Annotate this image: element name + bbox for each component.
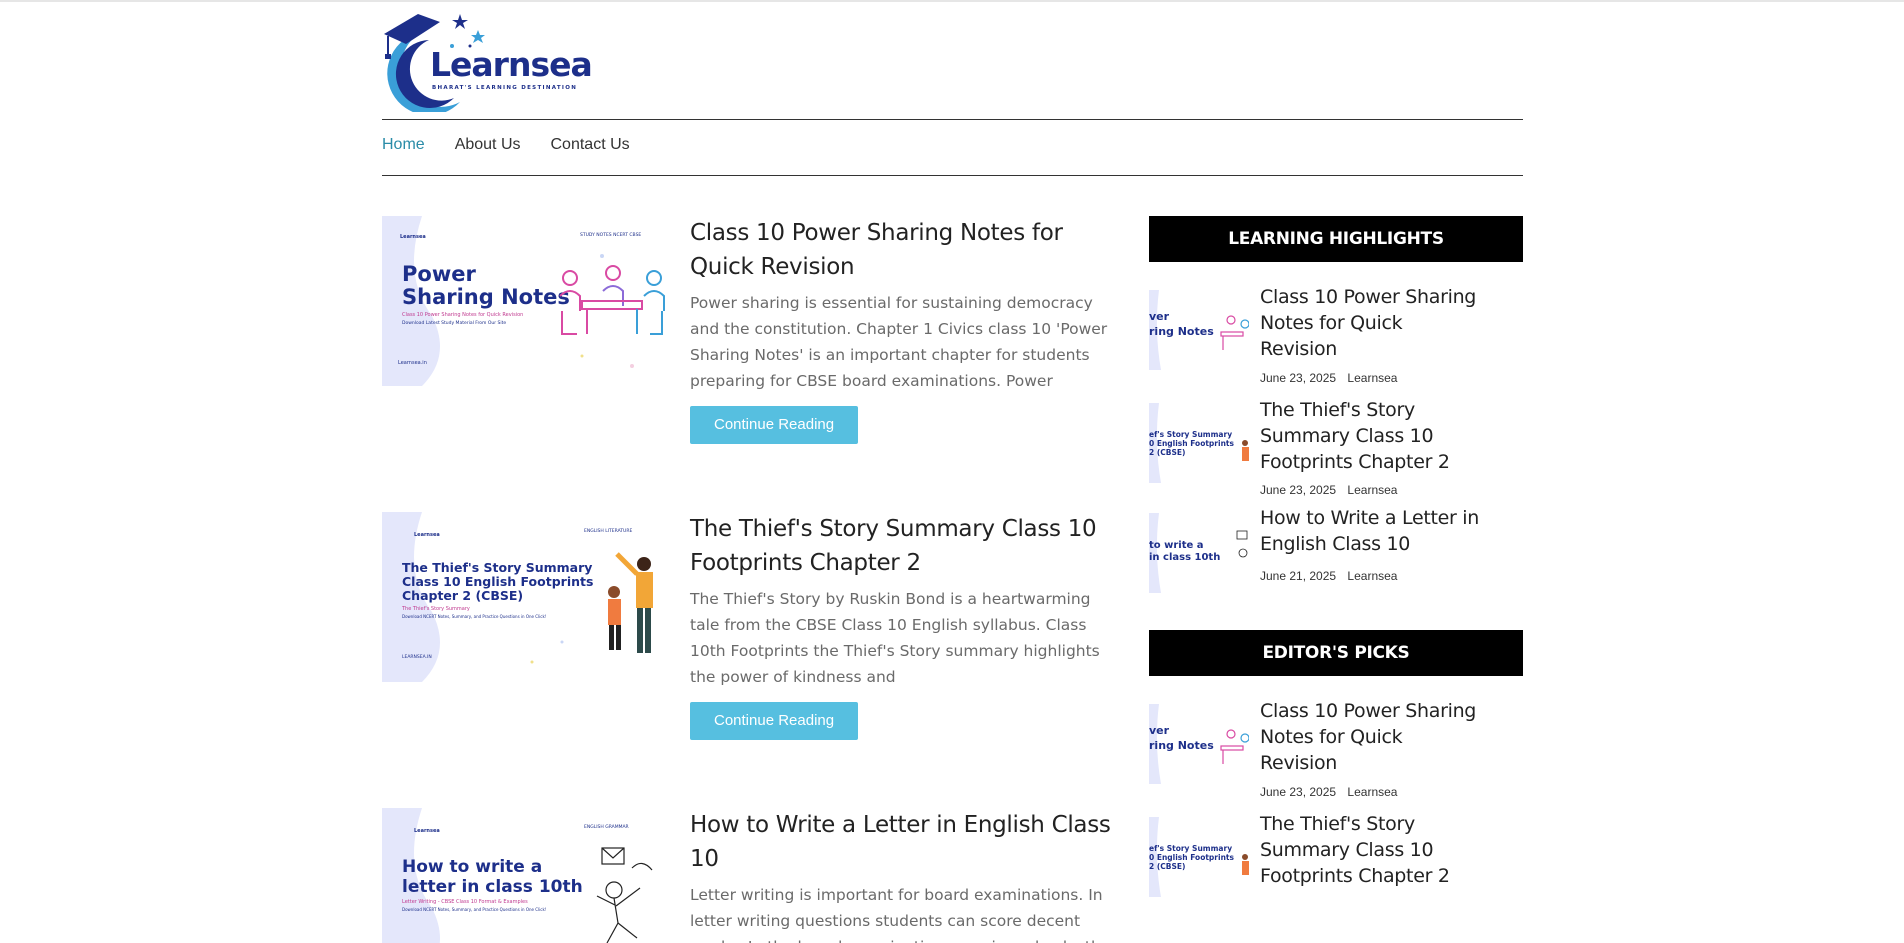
post-date[interactable]: June 21, 2025 [1260, 569, 1336, 583]
svg-text:ef's Story Summary: ef's Story Summary [1149, 844, 1232, 853]
nav-item-about-us[interactable]: About Us [455, 136, 521, 154]
sidebar-post-thumbnail[interactable]: ver ring Notes [1149, 290, 1249, 370]
thumb-site-logo-text: Learnsea [400, 234, 426, 240]
post-author[interactable]: Learnsea [1347, 569, 1397, 583]
thumb-tags: STUDY NOTES NCERT CBSE [580, 232, 641, 238]
post-excerpt: The Thief's Story by Ruskin Bond is a he… [690, 590, 1100, 686]
thumb-headline: Chapter 2 (CBSE) [402, 588, 523, 603]
post-title[interactable]: The Thief's Story Summary Class 10 Footp… [690, 512, 1122, 580]
sidebar-post-title[interactable]: Class 10 Power Sharing Notes for Quick R… [1260, 698, 1480, 776]
svg-text:to write a: to write a [1149, 540, 1204, 551]
logo-tagline: BHARAT'S LEARNING DESTINATION [432, 85, 578, 91]
sidebar-post-item[interactable]: ef's Story Summary 0 English Footprints … [1149, 813, 1523, 897]
svg-text:ver: ver [1149, 310, 1170, 323]
thumb-sub: The Thief's Story Summary [401, 606, 470, 612]
sidebar-post-meta: June 23, 2025 Learnsea [1260, 483, 1405, 497]
post-date[interactable]: June 23, 2025 [1260, 785, 1336, 799]
site-logo[interactable]: Learnsea BHARAT'S LEARNING DESTINATION [382, 12, 593, 112]
thumb-tags: ENGLISH GRAMMAR [584, 824, 629, 830]
svg-text:2 (CBSE): 2 (CBSE) [1149, 862, 1185, 871]
nav-item-contact-us[interactable]: Contact Us [551, 136, 630, 154]
post-card: Learnsea STUDY NOTES NCERT CBSE Power Sh… [382, 216, 1122, 476]
thumb-site: Learnsea.in [398, 360, 427, 366]
post-excerpt: Power sharing is essential for sustainin… [690, 294, 1108, 390]
svg-text:in class 10th: in class 10th [1149, 552, 1220, 563]
post-thumbnail[interactable]: Learnsea ENGLISH GRAMMAR How to write a … [382, 808, 667, 943]
thumb-sub: Class 10 Power Sharing Notes for Quick R… [402, 312, 523, 318]
sidebar-post-item[interactable]: to write a in class 10th How to Write a … [1149, 507, 1523, 615]
post-thumbnail[interactable]: Learnsea ENGLISH LITERATURE The Thief's … [382, 512, 667, 682]
post-date[interactable]: June 23, 2025 [1260, 483, 1336, 497]
post-author[interactable]: Learnsea [1347, 785, 1397, 799]
sidebar-post-title[interactable]: The Thief's Story Summary Class 10 Footp… [1260, 397, 1480, 475]
post-card: Learnsea ENGLISH LITERATURE The Thief's … [382, 512, 1122, 772]
thumb-sub: Letter Writing - CBSE Class 10 Format & … [402, 899, 528, 905]
post-card: Learnsea ENGLISH GRAMMAR How to write a … [382, 808, 1122, 943]
sidebar-post-item[interactable]: ef's Story Summary 0 English Footprints … [1149, 399, 1523, 513]
svg-text:ef's Story Summary: ef's Story Summary [1149, 430, 1232, 439]
thumb-headline: Class 10 English Footprints [402, 574, 593, 589]
sidebar-post-meta: June 21, 2025 Learnsea [1260, 569, 1405, 583]
widget-title-learning-highlights: LEARNING HIGHLIGHTS [1149, 216, 1523, 262]
widget-title-editors-picks: EDITOR'S PICKS [1149, 630, 1523, 676]
post-author[interactable]: Learnsea [1347, 371, 1397, 385]
sidebar-post-title[interactable]: Class 10 Power Sharing Notes for Quick R… [1260, 284, 1480, 362]
thumb-site: LEARNSEA.IN [402, 654, 432, 660]
svg-text:ring Notes: ring Notes [1149, 325, 1214, 338]
post-date[interactable]: June 23, 2025 [1260, 371, 1336, 385]
sidebar-post-title[interactable]: The Thief's Story Summary Class 10 Footp… [1260, 811, 1480, 889]
thumb-headline: The Thief's Story Summary [402, 560, 592, 575]
main-nav: Home About Us Contact Us [382, 120, 660, 170]
sidebar-post-meta: June 23, 2025 Learnsea [1260, 785, 1405, 799]
sidebar-post-item[interactable]: ver ring Notes Class 10 Power Sharing No… [1149, 694, 1523, 817]
thumb-headline: letter in class 10th [402, 877, 583, 897]
sidebar-post-thumbnail[interactable]: ver ring Notes [1149, 704, 1249, 784]
continue-reading-button[interactable]: Continue Reading [690, 702, 859, 740]
post-body: The Thief's Story Summary Class 10 Footp… [690, 512, 1122, 740]
thumb-site-logo-text: Learnsea [414, 532, 440, 538]
thumb-headline: Power [402, 262, 476, 286]
post-title[interactable]: How to Write a Letter in English Class 1… [690, 808, 1122, 876]
svg-text:2 (CBSE): 2 (CBSE) [1149, 448, 1185, 457]
nav-divider-bottom [382, 175, 1523, 176]
sidebar-post-meta: June 23, 2025 Learnsea [1260, 371, 1405, 385]
sidebar-post-thumbnail[interactable]: ef's Story Summary 0 English Footprints … [1149, 403, 1249, 483]
post-title[interactable]: Class 10 Power Sharing Notes for Quick R… [690, 216, 1122, 284]
sidebar-post-thumbnail[interactable]: ef's Story Summary 0 English Footprints … [1149, 817, 1249, 897]
svg-text:0 English Footprints: 0 English Footprints [1149, 853, 1234, 862]
sidebar-post-title[interactable]: How to Write a Letter in English Class 1… [1260, 505, 1480, 557]
thumb-sub: Download Latest Study Material From Our … [402, 320, 506, 326]
post-body: How to Write a Letter in English Class 1… [690, 808, 1122, 943]
thumb-site-logo-text: Learnsea [414, 828, 440, 834]
thumb-tags: ENGLISH LITERATURE [584, 528, 632, 534]
nav-item-home[interactable]: Home [382, 136, 425, 154]
continue-reading-button[interactable]: Continue Reading [690, 406, 859, 444]
thumb-headline: Sharing Notes [402, 285, 570, 309]
sidebar-post-thumbnail[interactable]: to write a in class 10th [1149, 513, 1249, 593]
logo-wordmark: Learnsea [430, 45, 593, 84]
sidebar-post-item[interactable]: ver ring Notes Class 10 Power Sharing No… [1149, 280, 1523, 403]
sidebar: LEARNING HIGHLIGHTS ver ring Notes Class… [1149, 216, 1523, 897]
post-body: Class 10 Power Sharing Notes for Quick R… [690, 216, 1122, 444]
thumb-headline: How to write a [402, 857, 542, 877]
svg-text:ver: ver [1149, 724, 1170, 737]
post-excerpt: Letter writing is important for board ex… [690, 886, 1110, 943]
thumb-sub: Download NCERT Notes, Summary, and Pract… [402, 614, 546, 619]
post-thumbnail[interactable]: Learnsea STUDY NOTES NCERT CBSE Power Sh… [382, 216, 667, 386]
thumb-sub: Download NCERT Notes, Summary, and Pract… [402, 907, 546, 912]
post-author[interactable]: Learnsea [1347, 483, 1397, 497]
svg-text:0 English Footprints: 0 English Footprints [1149, 439, 1234, 448]
page-container: Learnsea BHARAT'S LEARNING DESTINATION H… [382, 0, 1523, 943]
svg-text:ring Notes: ring Notes [1149, 739, 1214, 752]
